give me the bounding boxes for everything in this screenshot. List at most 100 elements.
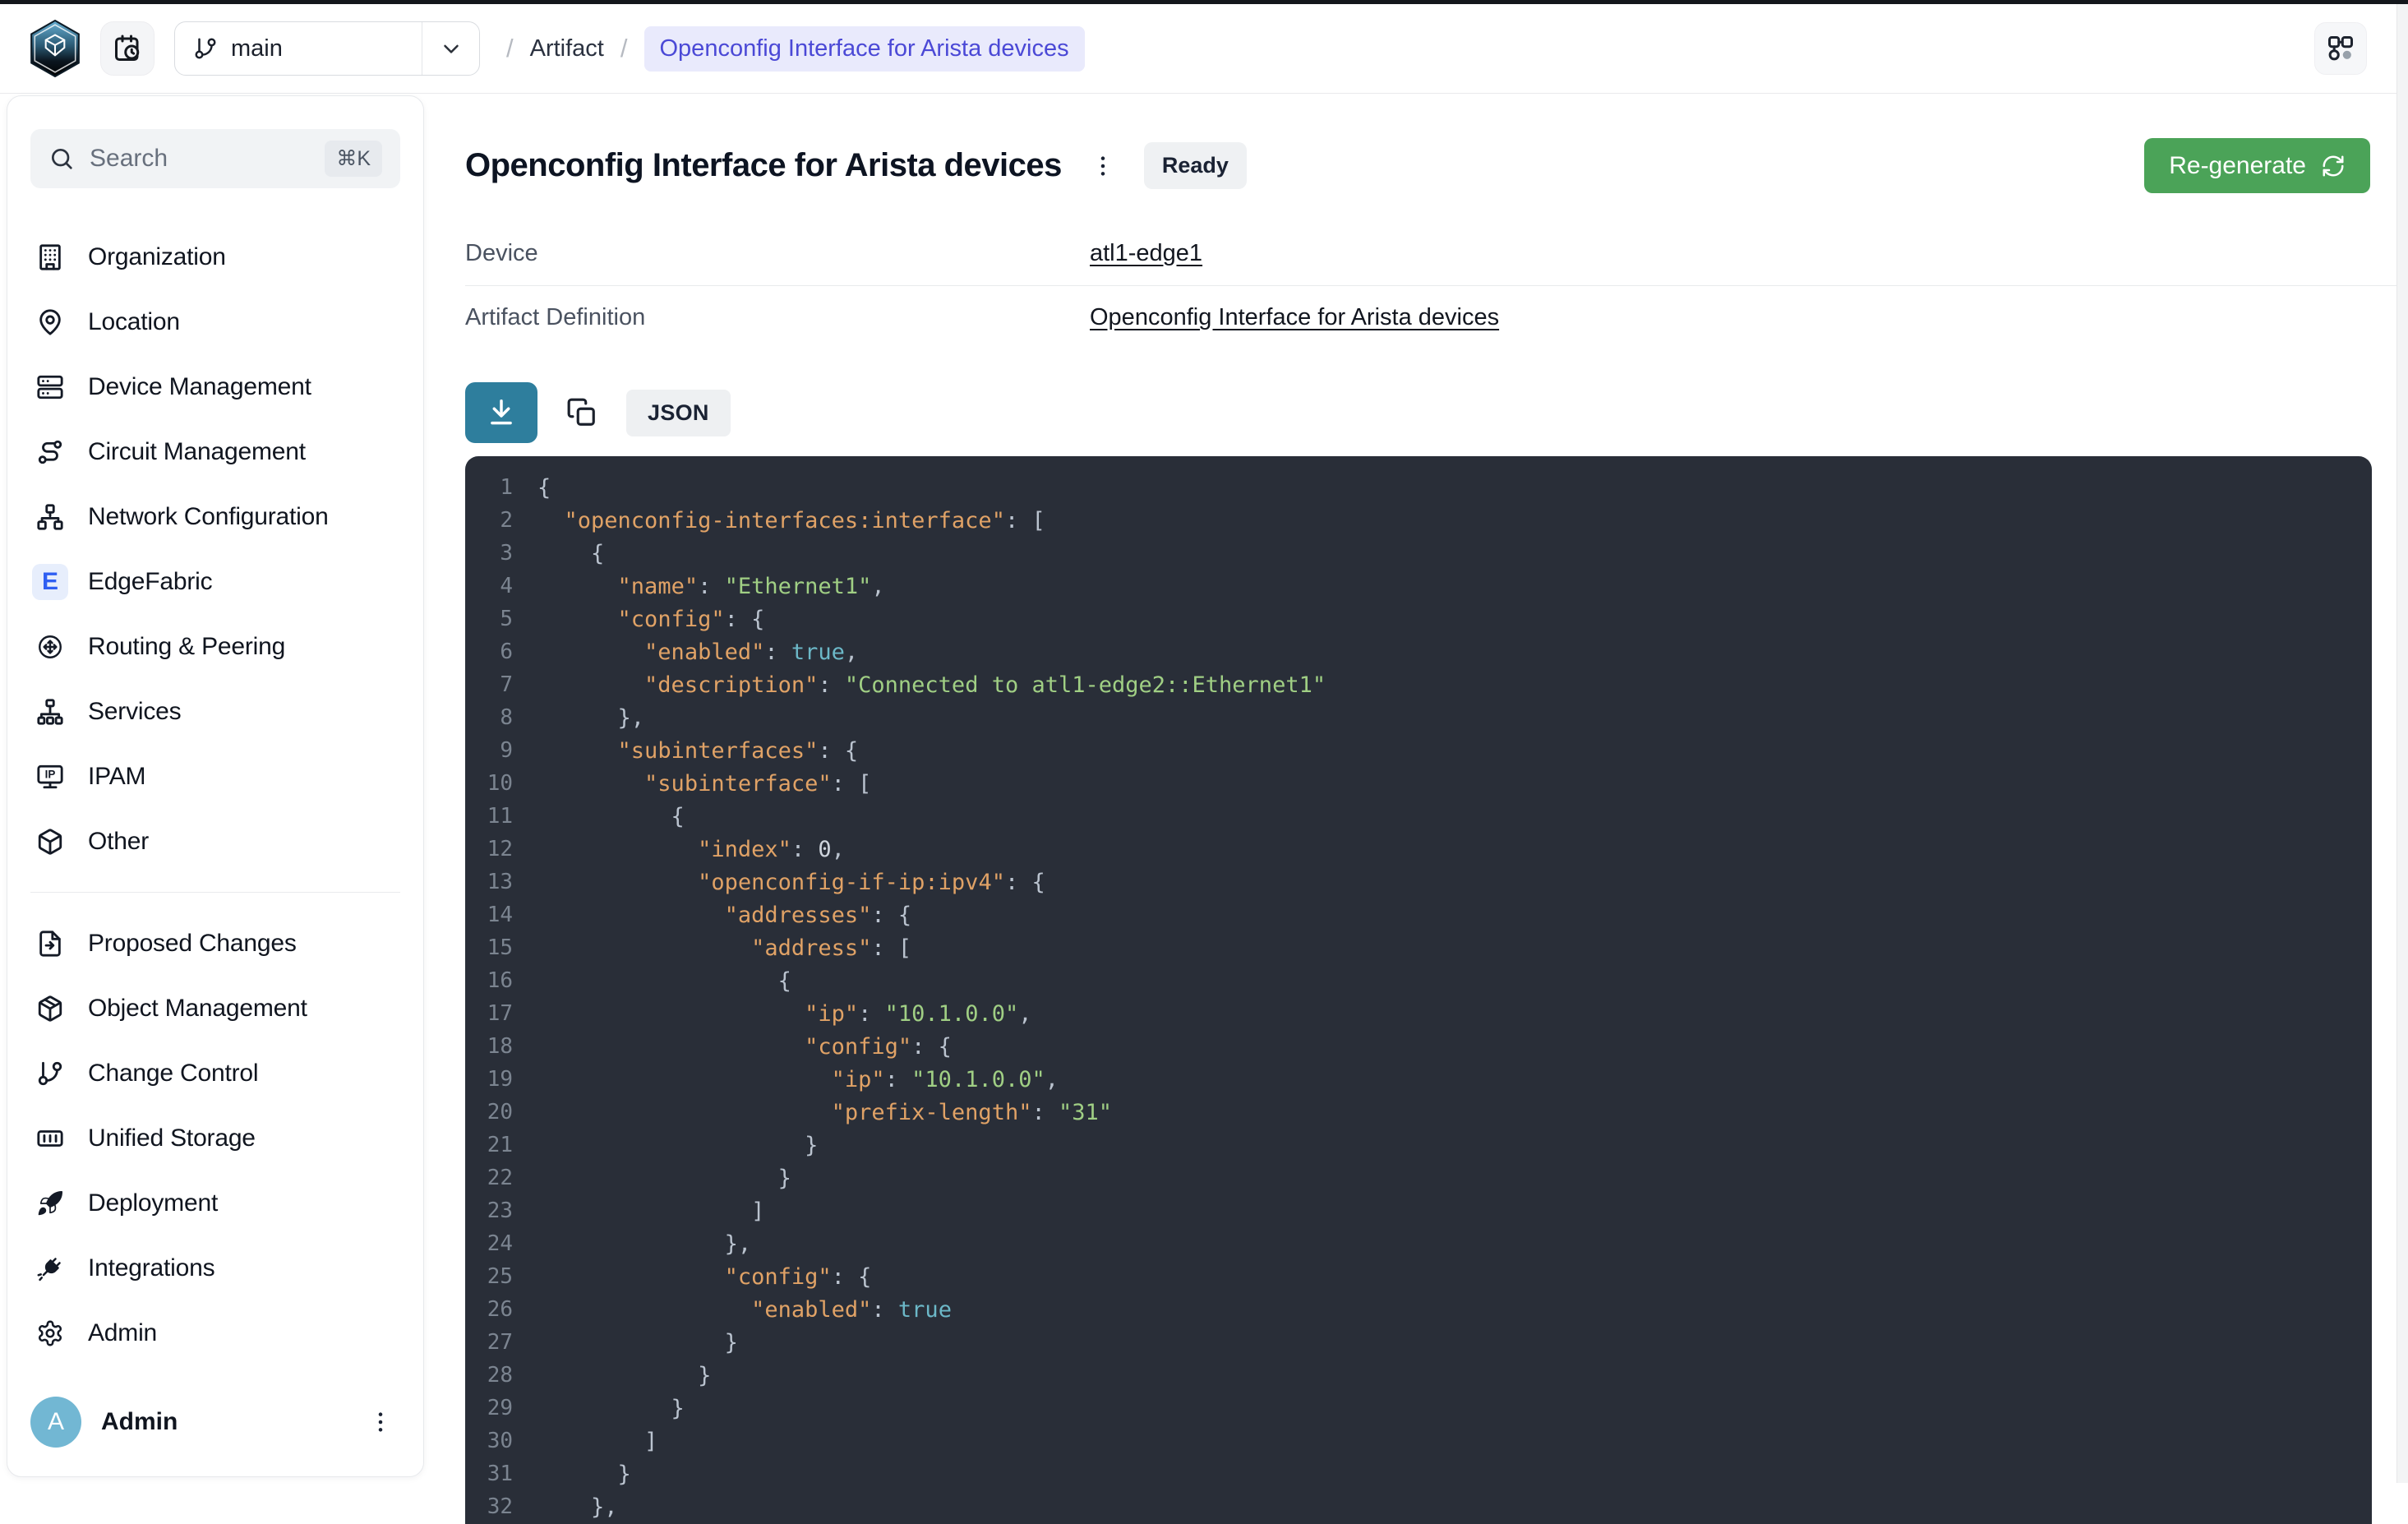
page-title: Openconfig Interface for Arista devices (465, 147, 1062, 184)
sidebar-item-location[interactable]: Location (7, 289, 423, 354)
line-number: 5 (465, 607, 537, 631)
workflow-icon (2326, 34, 2355, 63)
sidebar-item-label: Circuit Management (88, 438, 306, 466)
svg-text:IP: IP (45, 768, 56, 780)
sidebar-item-integrations[interactable]: Integrations (7, 1235, 423, 1300)
code-line: 16 { (465, 964, 2372, 997)
format-badge: JSON (626, 390, 731, 436)
gear-icon (32, 1315, 68, 1351)
calendar-button[interactable] (100, 21, 155, 76)
package-2-icon (32, 991, 68, 1027)
code-line: 2 "openconfig-interfaces:interface": [ (465, 504, 2372, 537)
package-icon (32, 824, 68, 860)
sidebar-item-label: Change Control (88, 1060, 258, 1088)
line-number: 1 (465, 475, 537, 500)
sidebar-item-device-management[interactable]: Device Management (7, 354, 423, 419)
sidebar-item-other[interactable]: Other (7, 809, 423, 874)
line-number: 2 (465, 508, 537, 533)
code-text: }, (537, 705, 644, 731)
code-line: 29 } (465, 1392, 2372, 1425)
sidebar-item-label: Network Configuration (88, 503, 329, 531)
sidebar-item-admin[interactable]: Admin (7, 1300, 423, 1365)
title-menu-button[interactable] (1090, 153, 1116, 179)
code-text: ] (537, 1198, 764, 1224)
chevron-down-icon (422, 22, 479, 75)
regenerate-button[interactable]: Re-generate (2144, 138, 2370, 193)
line-number: 27 (465, 1330, 537, 1355)
code-line: 1{ (465, 471, 2372, 504)
sidebar-item-network-configuration[interactable]: Network Configuration (7, 484, 423, 549)
line-number: 17 (465, 1001, 537, 1026)
user-menu-button[interactable] (361, 1402, 400, 1442)
sidebar-item-label: Admin (88, 1319, 157, 1347)
code-line: 25 "config": { (465, 1260, 2372, 1293)
artifact-definition-link[interactable]: Openconfig Interface for Arista devices (1090, 304, 1499, 330)
sidebar-item-label: Routing & Peering (88, 633, 285, 661)
sidebar-item-services[interactable]: Services (7, 679, 423, 744)
code-text: } (537, 1330, 738, 1355)
code-text: "ip": "10.1.0.0", (537, 1067, 1059, 1092)
branch-selector[interactable]: main (174, 21, 480, 76)
storage-icon (32, 1120, 68, 1157)
map-pin-icon (32, 304, 68, 340)
user-name: Admin (101, 1408, 341, 1436)
field-label: Artifact Definition (465, 304, 1090, 331)
code-line: 21 } (465, 1129, 2372, 1161)
search-box[interactable]: ⌘K (30, 129, 400, 188)
line-number: 14 (465, 903, 537, 927)
main-content: Openconfig Interface for Arista devices … (454, 94, 2396, 1483)
sidebar-item-routing-peering[interactable]: Routing & Peering (7, 614, 423, 679)
sidebar-item-unified-storage[interactable]: Unified Storage (7, 1106, 423, 1171)
sidebar: ⌘K OrganizationLocationDevice Management… (7, 95, 424, 1477)
code-line: 10 "subinterface": [ (465, 767, 2372, 800)
sidebar-item-deployment[interactable]: Deployment (7, 1171, 423, 1235)
sidebar-nav: OrganizationLocationDevice Management Cir… (7, 224, 423, 1365)
line-number: 25 (465, 1264, 537, 1289)
copy-button[interactable] (559, 390, 605, 436)
sidebar-item-change-control[interactable]: Change Control (7, 1041, 423, 1106)
line-number: 26 (465, 1297, 537, 1322)
sidebar-item-proposed-changes[interactable]: Proposed Changes (7, 911, 423, 976)
kebab-icon (1090, 153, 1116, 179)
services-icon (32, 694, 68, 730)
user-row[interactable]: A Admin (30, 1389, 400, 1455)
sidebar-item-organization[interactable]: Organization (7, 224, 423, 289)
code-block[interactable]: 1{2 "openconfig-interfaces:interface": [… (465, 456, 2372, 1524)
code-text: { (537, 968, 791, 994)
code-text: "enabled": true, (537, 640, 858, 665)
code-text: { (537, 475, 551, 501)
code-text: } (537, 1363, 711, 1388)
code-text: ] (537, 1429, 657, 1454)
file-arrow-icon (32, 926, 68, 962)
code-line: 6 "enabled": true, (465, 635, 2372, 668)
avatar: A (30, 1397, 81, 1448)
breadcrumb-item-current[interactable]: Openconfig Interface for Arista devices (644, 26, 1085, 72)
code-text: "enabled": true (537, 1297, 952, 1323)
git-branch-icon (32, 1055, 68, 1092)
download-button[interactable] (465, 382, 537, 443)
code-line: 14 "addresses": { (465, 898, 2372, 931)
sidebar-item-object-management[interactable]: Object Management (7, 976, 423, 1041)
topbar: main / Artifact / Openconfig Interface f… (0, 4, 2396, 94)
breadcrumb-item-artifact[interactable]: Artifact (530, 35, 604, 62)
search-input[interactable] (90, 145, 310, 173)
sidebar-item-circuit-management[interactable]: Circuit Management (7, 419, 423, 484)
line-number: 3 (465, 541, 537, 566)
line-number: 13 (465, 870, 537, 894)
code-line: 9 "subinterfaces": { (465, 734, 2372, 767)
line-number: 4 (465, 574, 537, 598)
line-number: 6 (465, 640, 537, 664)
sidebar-item-ipam[interactable]: IPIPAM (7, 744, 423, 809)
code-line: 12 "index": 0, (465, 833, 2372, 866)
field-row-device: Device atl1-edge1 (465, 221, 2396, 285)
code-text: "openconfig-interfaces:interface": [ (537, 508, 1045, 533)
sidebar-divider (30, 892, 400, 893)
topology-button[interactable] (2314, 22, 2367, 75)
sidebar-item-edgefabric[interactable]: EEdgeFabric (7, 549, 423, 614)
app-logo[interactable] (30, 20, 81, 77)
window-scrollbar[interactable] (2396, 4, 2408, 1483)
device-link[interactable]: atl1-edge1 (1090, 240, 1202, 266)
sidebar-item-label: EdgeFabric (88, 568, 212, 596)
page-head: Openconfig Interface for Arista devices … (465, 138, 2396, 193)
line-number: 19 (465, 1067, 537, 1092)
